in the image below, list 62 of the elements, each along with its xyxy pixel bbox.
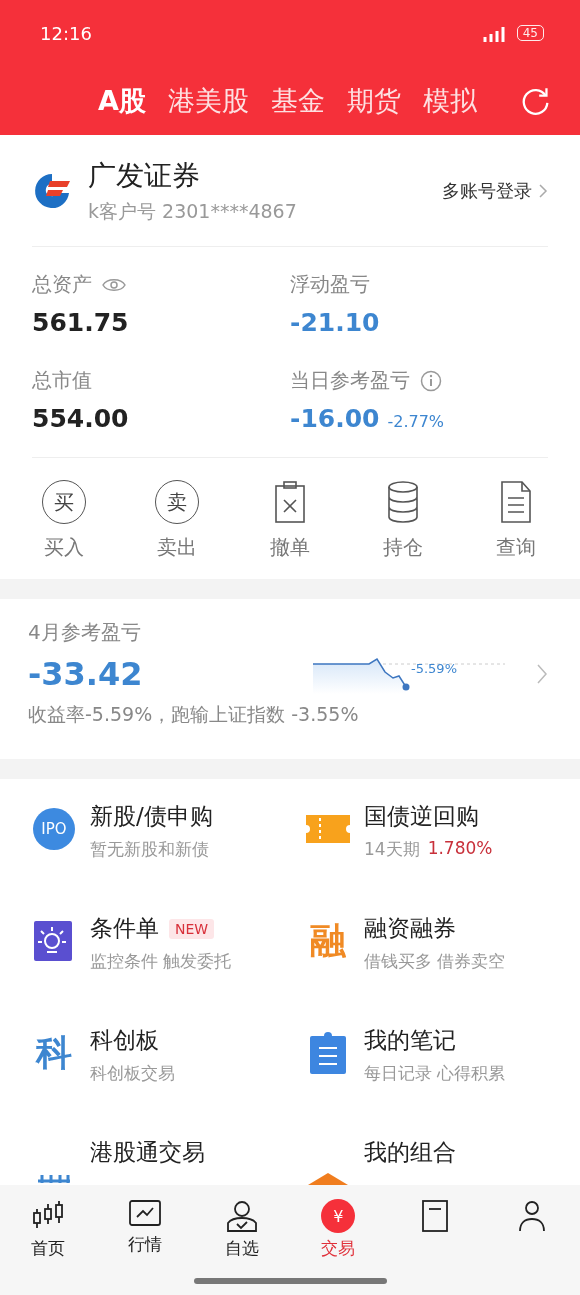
user-icon [516,1199,547,1233]
service-subtitle: 科创板交易 [90,1062,175,1085]
chart-icon [128,1199,162,1229]
month-title: 4月参考盈亏 [28,619,142,646]
nav-tab[interactable]: ¥ 交易 [290,1199,387,1261]
battery-icon: 45 [516,25,544,41]
stat-value: -21.10 [290,308,380,337]
service-title[interactable]: 我的组合 [364,1137,456,1168]
service-title[interactable]: 科创板 [90,1025,159,1056]
info-icon[interactable] [420,369,442,392]
rate-value: 1.780% [427,838,493,860]
service-title[interactable]: 港股通交易 [90,1137,205,1168]
lightbulb-icon [34,919,74,963]
month-value: -33.42 [28,655,144,693]
service-title[interactable]: 国债逆回购 [364,801,479,832]
action-button[interactable]: 卖 卖出 [149,480,205,561]
status-time: 12:16 [40,22,92,44]
stat-label: 当日参考盈亏 [290,367,410,394]
nav-tab[interactable]: 行情 [96,1199,194,1261]
stat-label: 总市值 [32,367,92,394]
clipboard-x-icon [274,480,306,524]
chevron-right-icon [538,182,548,199]
document-icon [500,480,532,524]
action-button[interactable]: 查询 [488,480,544,561]
database-icon [387,480,419,524]
nav-tab[interactable]: 首页 [0,1199,97,1261]
action-button[interactable]: 持仓 [375,480,431,561]
stat-value: 554.00 [32,404,129,433]
stat-change: -2.77% [387,412,445,431]
clipboard-icon [310,1031,346,1075]
roof-icon [308,1171,348,1185]
service-subtitle: 监控条件 触发委托 [90,950,232,973]
action-button[interactable]: 撤单 [262,480,318,561]
month-summary: 收益率-5.59%，跑输上证指数 -3.55% [28,702,360,727]
glyph-icon: 科 [36,1035,72,1071]
service-title[interactable]: 条件单 [90,913,159,944]
multi-account-link[interactable]: 多账号登录 [442,178,548,203]
service-title[interactable]: 融资融券 [364,913,456,944]
service-subtitle: 14天期 [364,838,420,861]
user-check-icon [224,1199,259,1233]
broker-name: 广发证券 [88,157,201,194]
service-subtitle: 暂无新股和新债 [90,838,209,861]
nav-tab[interactable]: 自选 [193,1199,290,1261]
eye-icon[interactable] [102,276,126,293]
market-tab[interactable]: A股 [98,82,146,119]
service-subtitle: 每日记录 心得积累 [364,1062,506,1085]
action-button[interactable]: 买 买入 [36,480,92,561]
account-id: k客户号 2301****4867 [88,198,298,224]
yuan-icon: ¥ [321,1199,356,1233]
glyph-icon: 融 [310,923,346,959]
service-title[interactable]: 我的笔记 [364,1025,456,1056]
stat-label: 浮动盈亏 [290,271,370,298]
stat-value: 561.75 [32,308,129,337]
ticket-icon [306,815,350,843]
stat-label: 总资产 [32,271,92,298]
ipo-icon: IPO [33,808,75,850]
document-icon [420,1199,450,1233]
service-subtitle: 借钱买多 借券卖空 [364,950,506,973]
stat-value: -16.00 [290,404,380,433]
new-badge: NEW [169,918,215,939]
chart-label: -5.59% [411,661,457,676]
service-title[interactable]: 新股/债申购 [90,801,213,832]
